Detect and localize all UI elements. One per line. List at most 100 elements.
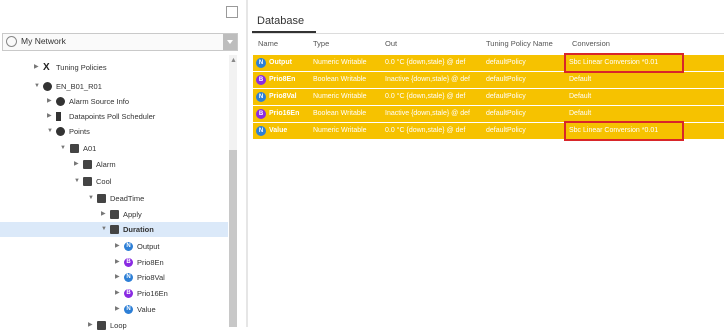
boolean-point-icon: B: [256, 109, 266, 119]
globe-icon: [6, 36, 17, 47]
collapse-arrow-icon[interactable]: ▼: [60, 141, 66, 156]
row-out: Inactive {down,stale} @ def: [385, 76, 470, 83]
table-row[interactable]: N Prio8Val Numeric Writable 0.0 °C {down…: [253, 89, 724, 106]
row-out: 0.0 °C {down,stale} @ def: [385, 127, 466, 134]
pane-divider[interactable]: [246, 0, 248, 327]
alarm-source-icon: [56, 97, 65, 106]
row-type: Boolean Writable: [313, 76, 367, 83]
network-selector[interactable]: My Network: [2, 33, 238, 51]
tree-node-label: Prio16En: [137, 289, 168, 298]
collapse-arrow-icon[interactable]: ▼: [101, 222, 107, 237]
chevron-down-icon[interactable]: [223, 34, 237, 50]
table-row[interactable]: B Prio8En Boolean Writable Inactive {dow…: [253, 72, 724, 89]
tree-node-prio8val[interactable]: ▶ N Prio8Val: [0, 270, 228, 285]
row-conversion: Default: [569, 93, 592, 100]
nav-tree-pane: My Network ▲ ▶ X Tuning Policies ▼ EN_B0…: [0, 0, 245, 330]
tree-node-label: Output: [137, 242, 160, 251]
folder-icon: [83, 177, 92, 186]
tree-node-label: A01: [83, 144, 97, 153]
row-policy: defaultPolicy: [486, 127, 526, 134]
tree-node-prio8en[interactable]: ▶ B Prio8En: [0, 255, 228, 270]
tree-node-points[interactable]: ▼ Points: [0, 124, 228, 139]
folder-icon: [97, 321, 106, 330]
tree-node-duration[interactable]: ▼ Duration: [0, 222, 228, 237]
tree-node-value[interactable]: ▶ N Value: [0, 302, 228, 317]
tab-database-label: Database: [257, 15, 305, 27]
expand-arrow-icon[interactable]: ▶: [115, 286, 120, 301]
numeric-point-icon: N: [256, 126, 266, 136]
scroll-up-icon[interactable]: ▲: [230, 57, 237, 64]
row-name: Prio8En: [269, 76, 296, 83]
column-header-out[interactable]: Out: [385, 39, 397, 48]
tree-node-label: Cool: [96, 177, 112, 186]
collapse-arrow-icon[interactable]: ▼: [74, 174, 80, 189]
expand-arrow-icon[interactable]: ▶: [47, 109, 52, 124]
tree-node-prio16en[interactable]: ▶ B Prio16En: [0, 286, 228, 301]
collapse-arrow-icon[interactable]: ▼: [47, 124, 53, 139]
column-header-tuning-policy[interactable]: Tuning Policy Name: [486, 39, 553, 48]
tree-node-label: Prio8Val: [137, 273, 165, 282]
tree-node-label: Apply: [123, 210, 142, 219]
tree-scrollbar-thumb[interactable]: [229, 150, 237, 327]
row-conversion: Default: [569, 76, 592, 83]
tree-node-deadtime[interactable]: ▼ DeadTime: [0, 191, 228, 206]
tree-node-alarm[interactable]: ▶ Alarm: [0, 157, 228, 172]
expand-arrow-icon[interactable]: ▶: [34, 60, 39, 75]
tab-database[interactable]: Database: [252, 14, 316, 33]
tree-node-label: Alarm Source Info: [69, 97, 130, 106]
folder-icon: [70, 144, 79, 153]
network-selector-label: My Network: [21, 36, 66, 46]
points-icon: [56, 127, 65, 136]
numeric-point-icon: N: [124, 305, 133, 314]
tree-node-label: Datapoints Poll Scheduler: [69, 112, 156, 121]
tree-node-label: DeadTime: [110, 194, 145, 203]
row-policy: defaultPolicy: [486, 110, 526, 117]
row-type: Numeric Writable: [313, 93, 367, 100]
tree-node-poll-scheduler[interactable]: ▶ Datapoints Poll Scheduler: [0, 109, 228, 124]
expand-arrow-icon[interactable]: ▶: [74, 157, 79, 172]
collapse-arrow-icon[interactable]: ▼: [88, 191, 94, 206]
expand-arrow-icon[interactable]: ▶: [115, 270, 120, 285]
tree-node-a01[interactable]: ▼ A01: [0, 141, 228, 156]
folder-icon: [83, 160, 92, 169]
row-out: Inactive {down,stale} @ def: [385, 110, 470, 117]
tree-node-label: Value: [137, 305, 156, 314]
tree-node-device[interactable]: ▼ EN_B01_R01: [0, 79, 228, 94]
collapse-arrow-icon[interactable]: ▼: [34, 79, 40, 94]
column-header-type[interactable]: Type: [313, 39, 329, 48]
highlight-box: [564, 121, 684, 141]
column-header-name[interactable]: Name: [258, 39, 278, 48]
tab-underline: [252, 33, 724, 34]
row-policy: defaultPolicy: [486, 93, 526, 100]
row-policy: defaultPolicy: [486, 76, 526, 83]
folder-icon: [110, 210, 119, 219]
expand-arrow-icon[interactable]: ▶: [115, 255, 120, 270]
expand-arrow-icon[interactable]: ▶: [115, 302, 120, 317]
restore-pane-button[interactable]: [226, 6, 238, 18]
boolean-point-icon: B: [124, 289, 133, 298]
tuning-policies-icon: X: [43, 62, 50, 73]
column-header-conversion[interactable]: Conversion: [572, 39, 610, 48]
tree-node-label: Alarm: [96, 160, 116, 169]
tree-node-apply[interactable]: ▶ Apply: [0, 207, 228, 222]
tree-node-label: Duration: [123, 225, 154, 234]
row-type: Numeric Writable: [313, 59, 367, 66]
tree-node-label: Tuning Policies: [56, 63, 107, 72]
row-out: 0.0 °C {down,stale} @ def: [385, 93, 466, 100]
tree-node-label: Loop: [110, 321, 127, 330]
tree-node-output[interactable]: ▶ N Output: [0, 239, 228, 254]
expand-arrow-icon[interactable]: ▶: [47, 94, 52, 109]
tree-node-cool[interactable]: ▼ Cool: [0, 174, 228, 189]
row-conversion: Default: [569, 110, 592, 117]
expand-arrow-icon[interactable]: ▶: [115, 239, 120, 254]
boolean-point-icon: B: [124, 258, 133, 267]
numeric-point-icon: N: [256, 58, 266, 68]
tree-node-label: Points: [69, 127, 90, 136]
tree-node-tuning-policies[interactable]: ▶ X Tuning Policies: [0, 60, 228, 75]
row-name: Prio16En: [269, 110, 300, 117]
expand-arrow-icon[interactable]: ▶: [88, 318, 93, 333]
tree-node-loop[interactable]: ▶ Loop: [0, 318, 228, 333]
tree-node-label: Prio8En: [137, 258, 164, 267]
tree-node-alarm-source-info[interactable]: ▶ Alarm Source Info: [0, 94, 228, 109]
expand-arrow-icon[interactable]: ▶: [101, 207, 106, 222]
